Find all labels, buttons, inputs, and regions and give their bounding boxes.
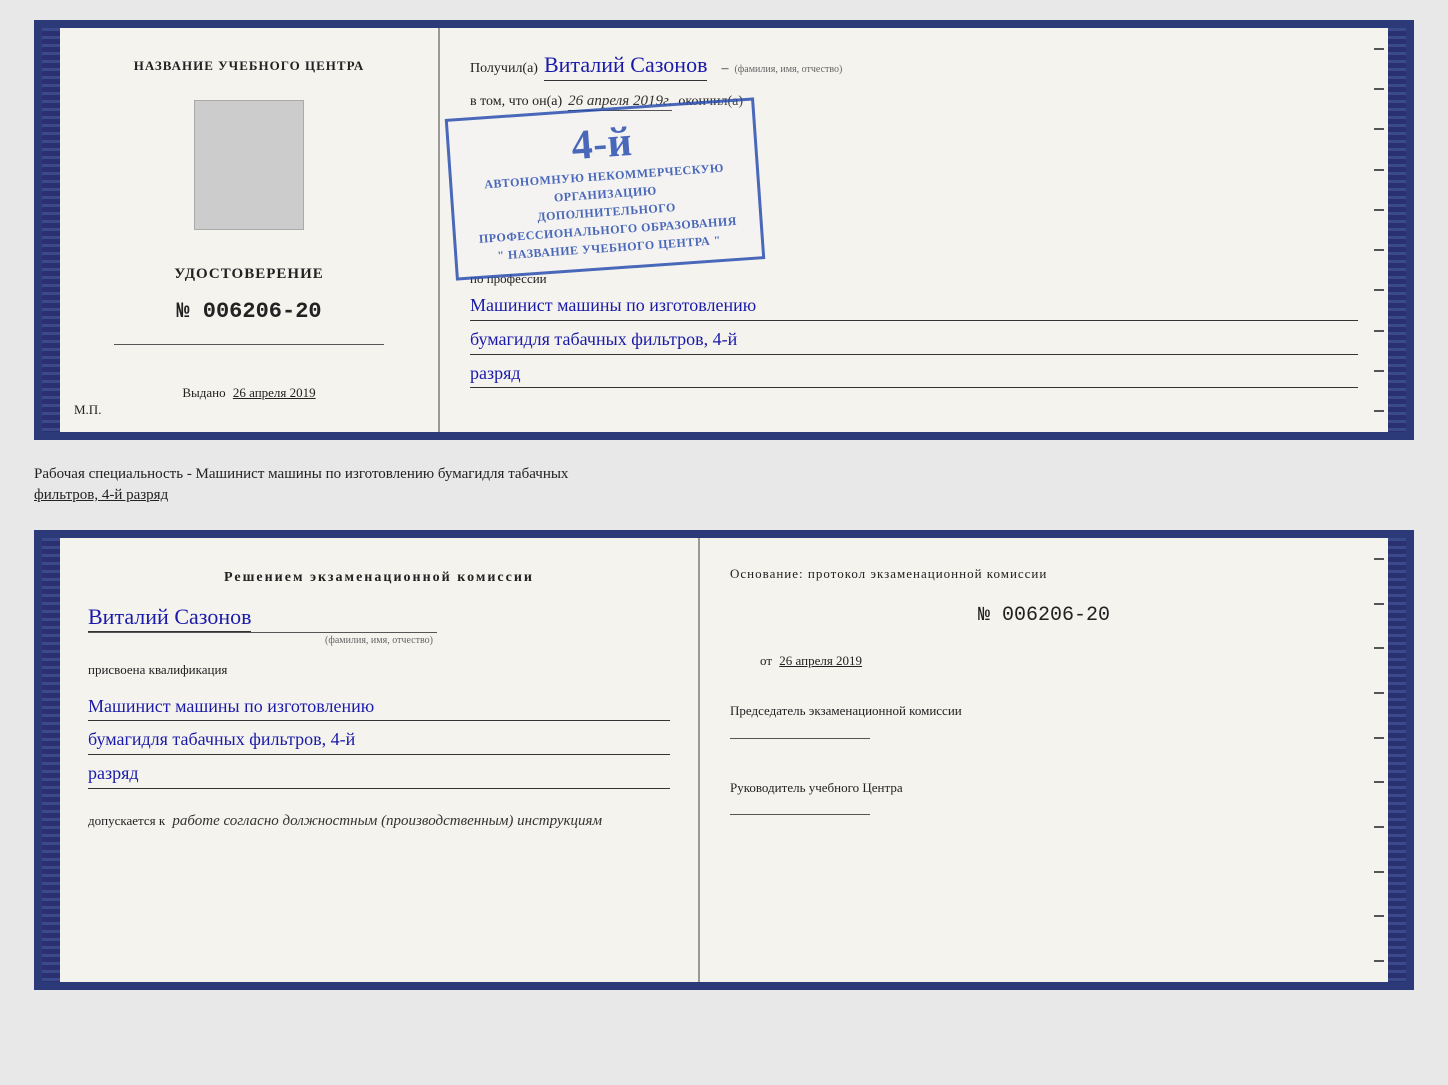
head-title: Руководитель учебного Центра — [730, 778, 1358, 799]
chair-sign-line — [730, 738, 870, 739]
recipient-row: Получил(а) Виталий Сазонов – (фамилия, и… — [470, 52, 1358, 81]
b-spine-mark-4 — [1374, 692, 1384, 694]
b-spine-mark-6 — [1374, 781, 1384, 783]
b-spine-mark-5 — [1374, 737, 1384, 739]
b-spine-mark-3 — [1374, 647, 1384, 649]
allows-text: работе согласно должностным (производств… — [172, 813, 602, 829]
mp-label: М.П. — [74, 402, 101, 418]
spine-mark-9 — [1374, 370, 1384, 372]
bottom-name-sublabel: (фамилия, имя, отчество) — [88, 635, 670, 646]
middle-text-1: Рабочая специальность - Машинист машины … — [34, 466, 568, 482]
dash-label: – — [721, 61, 728, 77]
stamp-overlay: 4-й АВТОНОМНУЮ НЕКОММЕРЧЕСКУЮ ОРГАНИЗАЦИ… — [445, 97, 766, 280]
cert-right-panel: Получил(а) Виталий Сазонов – (фамилия, и… — [440, 28, 1388, 432]
bottom-spine-left — [42, 538, 60, 982]
decision-title: Решением экзаменационной комиссии — [88, 568, 670, 588]
b-spine-mark-1 — [1374, 558, 1384, 560]
b-spine-mark-8 — [1374, 871, 1384, 873]
recipient-name: Виталий Сазонов — [544, 52, 707, 81]
qualification-line3: разряд — [88, 759, 670, 789]
bottom-name-block: Виталий Сазонов (фамилия, имя, отчество) — [88, 604, 670, 646]
training-center-header: НАЗВАНИЕ УЧЕБНОГО ЦЕНТРА — [134, 58, 365, 74]
bottom-spine-right — [1388, 538, 1406, 982]
profession-line3: разряд — [470, 359, 1358, 389]
b-spine-mark-7 — [1374, 826, 1384, 828]
qualification-line1: Машинист машины по изготовлению — [88, 692, 670, 722]
bottom-certificate: Решением экзаменационной комиссии Витали… — [34, 530, 1414, 990]
chair-title: Председатель экзаменационной комиссии — [730, 701, 1358, 722]
allows-prefix: допускается к — [88, 813, 165, 828]
date-line: от 26 апреля 2019 — [760, 653, 1358, 669]
profession-line1: Машинист машины по изготовлению — [470, 291, 1358, 321]
head-sign-block: Руководитель учебного Центра — [730, 778, 1358, 825]
spine-left — [42, 28, 60, 432]
allows-work-block: допускается к работе согласно должностны… — [88, 813, 670, 830]
b-spine-mark-9 — [1374, 915, 1384, 917]
vtom-text: в том, что он(а) — [470, 94, 562, 110]
cert-number: № 006206-20 — [176, 299, 321, 324]
spine-right — [1388, 28, 1406, 432]
bottom-right-spine-marks — [1374, 538, 1388, 982]
bottom-right-panel: Основание: протокол экзаменационной коми… — [700, 538, 1388, 982]
profession-line2: бумагидля табачных фильтров, 4-й — [470, 325, 1358, 355]
middle-text-block: Рабочая специальность - Машинист машины … — [34, 456, 1414, 514]
spine-mark-5 — [1374, 209, 1384, 211]
spine-mark-4 — [1374, 169, 1384, 171]
qualified-label: присвоена квалификация — [88, 662, 670, 678]
cert-label: УДОСТОВЕРЕНИЕ — [174, 266, 324, 283]
cert-left-panel: НАЗВАНИЕ УЧЕБНОГО ЦЕНТРА УДОСТОВЕРЕНИЕ №… — [60, 28, 440, 432]
spine-mark-10 — [1374, 410, 1384, 412]
spine-mark-1 — [1374, 48, 1384, 50]
spine-mark-6 — [1374, 249, 1384, 251]
chair-sign-block: Председатель экзаменационной комиссии — [730, 701, 1358, 748]
received-prefix: Получил(а) — [470, 61, 538, 77]
bottom-recipient-name: Виталий Сазонов — [88, 604, 251, 632]
issued-date: 26 апреля 2019 — [233, 385, 316, 400]
middle-text-2: фильтров, 4-й разряд — [34, 487, 168, 503]
spine-mark-2 — [1374, 88, 1384, 90]
b-spine-mark-2 — [1374, 603, 1384, 605]
qualification-line2: бумагидля табачных фильтров, 4-й — [88, 725, 670, 755]
spine-mark-7 — [1374, 289, 1384, 291]
photo-placeholder — [194, 100, 304, 230]
profession-block: по профессии Машинист машины по изготовл… — [470, 263, 1358, 388]
head-sign-line — [730, 814, 870, 815]
spine-mark-3 — [1374, 128, 1384, 130]
bottom-left-panel: Решением экзаменационной комиссии Витали… — [60, 538, 700, 982]
bottom-divider — [88, 632, 437, 633]
b-spine-mark-10 — [1374, 960, 1384, 962]
spine-mark-8 — [1374, 330, 1384, 332]
date-prefix: от — [760, 653, 772, 668]
right-spine-marks — [1374, 28, 1388, 432]
issued-label: Выдано — [182, 385, 225, 400]
divider — [114, 344, 384, 345]
qualification-block: Машинист машины по изготовлению бумагидл… — [88, 688, 670, 789]
top-certificate: НАЗВАНИЕ УЧЕБНОГО ЦЕНТРА УДОСТОВЕРЕНИЕ №… — [34, 20, 1414, 440]
protocol-number: № 006206-20 — [730, 604, 1358, 627]
name-sublabel: (фамилия, имя, отчество) — [734, 64, 842, 75]
profession-prefix: по профессии — [470, 271, 1358, 287]
issued-line: Выдано 26 апреля 2019 — [182, 385, 315, 401]
basis-text: Основание: протокол экзаменационной коми… — [730, 566, 1358, 582]
date-value: 26 апреля 2019 — [779, 653, 862, 668]
